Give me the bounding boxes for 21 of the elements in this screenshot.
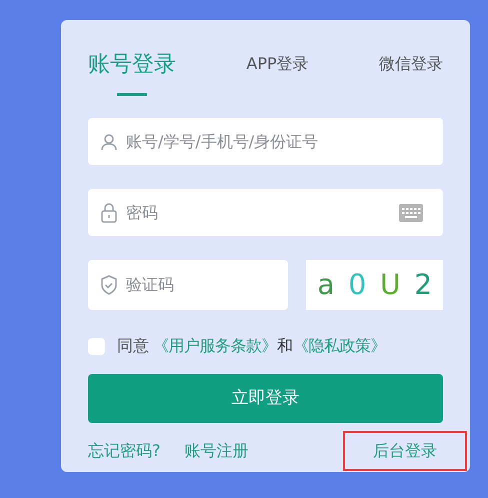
- captcha-field[interactable]: 验证码: [88, 260, 288, 310]
- captcha-image[interactable]: a 0 U 2: [306, 260, 443, 310]
- login-tab[interactable]: 微信登录: [379, 48, 443, 76]
- footer-link[interactable]: 账号注册: [184, 439, 248, 464]
- password-field[interactable]: 密码: [88, 189, 443, 236]
- login-tab[interactable]: 账号登录: [88, 48, 176, 96]
- and-label: 和: [277, 335, 293, 358]
- agree-label: 同意: [117, 335, 149, 358]
- login-button[interactable]: 立即登录: [88, 374, 443, 423]
- terms-link[interactable]: 《用户服务条款》: [153, 334, 277, 358]
- lock-icon: [100, 202, 118, 223]
- footer-link[interactable]: 忘记密码?: [88, 439, 160, 464]
- user-icon: [100, 132, 118, 151]
- tab-underline: [117, 93, 147, 96]
- keyboard-icon[interactable]: [399, 204, 423, 222]
- login-tab[interactable]: APP登录: [246, 48, 309, 76]
- account-field[interactable]: 账号/学号/手机号/身份证号: [88, 118, 443, 166]
- privacy-link[interactable]: 《隐私政策》: [293, 334, 386, 358]
- agree-checkbox[interactable]: [88, 338, 105, 355]
- footer-link[interactable]: 后台登录: [343, 431, 467, 472]
- shield-check-icon: [100, 275, 118, 296]
